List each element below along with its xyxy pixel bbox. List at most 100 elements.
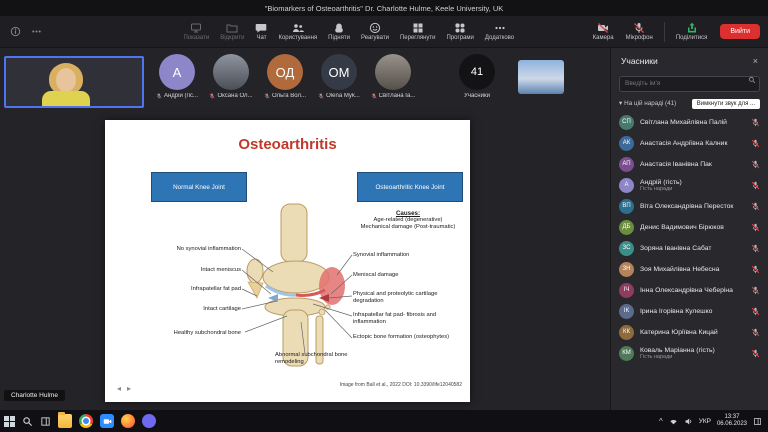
- volume-icon[interactable]: [684, 417, 693, 426]
- participant-row[interactable]: А Андрій (гість) Гість наради: [611, 175, 768, 196]
- wifi-icon[interactable]: [669, 417, 678, 426]
- window-title-bar: "Biomarkers of Osteoarthritis" Dr. Charl…: [0, 0, 768, 16]
- mic-muted-icon[interactable]: [751, 160, 760, 169]
- action-center-icon[interactable]: [753, 417, 762, 426]
- prev-page-icon[interactable]: ◂: [117, 384, 121, 393]
- participant-row[interactable]: КК Катерина Юріївна Кицай: [611, 322, 768, 343]
- participant-search-input[interactable]: [619, 76, 760, 92]
- mic-muted-icon[interactable]: [751, 118, 760, 127]
- zoom-app-icon[interactable]: [100, 414, 114, 428]
- diagram-label: Abnormal subchondral bone remodeling: [275, 352, 359, 365]
- strip-participant[interactable]: ОМ Olena Myk...: [312, 54, 366, 99]
- camera-off-icon: [597, 22, 609, 34]
- toolbar-item-show[interactable]: Показати: [178, 20, 214, 43]
- meeting-info-icon[interactable]: [10, 26, 21, 37]
- close-icon[interactable]: ×: [753, 57, 758, 66]
- toolbar-item-raise-hand[interactable]: Підняти: [323, 20, 355, 43]
- participant-row[interactable]: ЗН Зоя Михайлівна Небесна: [611, 259, 768, 280]
- mic-muted-icon[interactable]: [751, 181, 760, 190]
- camera-icon: [103, 417, 112, 426]
- mic-muted-icon[interactable]: [751, 223, 760, 232]
- avatar: КМ: [619, 346, 634, 361]
- share-screen-button[interactable]: Поділитися: [671, 20, 713, 43]
- diagram-label: Infrapatellar fat pad- fibrosis and infl…: [353, 312, 461, 325]
- mic-muted-icon[interactable]: [751, 139, 760, 148]
- mic-muted-icon[interactable]: [751, 202, 760, 211]
- participant-video-thumbnail[interactable]: [518, 60, 564, 94]
- next-page-icon[interactable]: ▸: [127, 384, 131, 393]
- strip-participant[interactable]: Оксана Ол...: [204, 54, 258, 99]
- camera-toggle[interactable]: Камера: [588, 20, 619, 43]
- avatar: А: [159, 54, 195, 90]
- mic-muted-icon[interactable]: [751, 328, 760, 337]
- toolbar-item-apps[interactable]: Програми: [442, 20, 479, 43]
- app-icon[interactable]: [142, 414, 156, 428]
- mic-muted-icon[interactable]: [751, 307, 760, 316]
- firefox-icon[interactable]: [121, 414, 135, 428]
- avatar: ОД: [267, 54, 303, 90]
- toolbar-item-open[interactable]: Відкрити: [215, 20, 249, 43]
- avatar: АК: [619, 136, 634, 151]
- avatar: ОМ: [321, 54, 357, 90]
- osteoarthritic-knee-button: Osteoarthritic Knee Joint: [357, 172, 463, 202]
- toolbar-left-group: [0, 26, 110, 37]
- participant-row[interactable]: ІЧ Інна Олександрівна Чеберіна: [611, 280, 768, 301]
- participants-panel-header: Учасники ×: [611, 48, 768, 72]
- toolbar-item-react[interactable]: Реагувати: [356, 20, 394, 43]
- mic-muted-icon: [209, 93, 215, 99]
- avatar: АП: [619, 157, 634, 172]
- microphone-toggle[interactable]: Мікрофон: [621, 20, 658, 43]
- toolbar-item-more[interactable]: Додатково: [480, 20, 519, 43]
- taskbar-search-icon[interactable]: [22, 416, 33, 427]
- strip-participant[interactable]: ОД Ольга Вол...: [258, 54, 312, 99]
- causes-line: Mechanical damage (Post-traumatic): [352, 224, 464, 231]
- chrome-icon[interactable]: [79, 414, 93, 428]
- participant-name: Інна Олександрівна Чеберіна: [640, 287, 745, 294]
- toolbar-item-chat[interactable]: Чат: [250, 20, 272, 43]
- participant-row[interactable]: ВП Віта Олександрівна Пересток: [611, 196, 768, 217]
- active-speaker-video[interactable]: [4, 56, 144, 108]
- diagram-label: Infrapatellar fat pad: [135, 286, 241, 293]
- mic-muted-icon[interactable]: [751, 265, 760, 274]
- participant-count-tile[interactable]: 41 Учасники: [450, 54, 504, 99]
- toolbar-separator: [664, 22, 665, 42]
- avatar: ВП: [619, 199, 634, 214]
- slide-citation: Image from Ball et al., 2022 DOI: 10.339…: [340, 382, 462, 388]
- people-icon: [292, 22, 304, 34]
- video-strip: А Андрій (гіс... Оксана Ол...: [0, 48, 610, 114]
- taskbar-clock[interactable]: 13:37 06.06.2023: [717, 414, 747, 429]
- participant-row[interactable]: ЗС Зоряна Іванівна Сабат: [611, 238, 768, 259]
- avatar: А: [619, 178, 634, 193]
- participant-row[interactable]: СП Світлана Михайлівна Палій: [611, 112, 768, 133]
- mic-muted-icon[interactable]: [751, 244, 760, 253]
- strip-participant[interactable]: А Андрій (гіс...: [150, 54, 204, 99]
- participant-row[interactable]: АП Анастасія Іванівна Пак: [611, 154, 768, 175]
- mic-muted-icon[interactable]: [751, 349, 760, 358]
- toolbar-item-participants[interactable]: Користування: [273, 20, 322, 43]
- strip-participant-name: Оксана Ол...: [209, 93, 252, 99]
- avatar: СП: [619, 115, 634, 130]
- more-options-icon[interactable]: [31, 26, 42, 37]
- participant-row[interactable]: ІК Ірина Ігорівна Кулешко: [611, 301, 768, 322]
- file-explorer-icon[interactable]: [58, 414, 72, 428]
- task-view-icon[interactable]: [40, 416, 51, 427]
- toolbar-item-view[interactable]: Переглянути: [395, 20, 441, 43]
- apps-icon: [454, 22, 466, 34]
- leave-meeting-button[interactable]: Вийти: [720, 24, 760, 39]
- strip-participant[interactable]: Світлана Іа...: [366, 54, 420, 99]
- participant-name: Анастасія Іванівна Пак: [640, 161, 745, 168]
- participant-row[interactable]: ДБ Денис Вадимович Бірюков: [611, 217, 768, 238]
- shared-slide: Osteoarthritis Normal Knee Joint Osteoar…: [105, 120, 470, 402]
- mic-muted-icon[interactable]: [751, 286, 760, 295]
- in-meeting-label[interactable]: ▾ На цій нараді (41): [619, 100, 676, 107]
- participant-name: Віта Олександрівна Пересток: [640, 203, 745, 210]
- participant-row[interactable]: АК Анастасія Андріївна Калник: [611, 133, 768, 154]
- tray-chevron-icon[interactable]: ^: [659, 417, 663, 426]
- mute-all-button[interactable]: Вимкнути звук для ...: [692, 99, 760, 109]
- language-indicator[interactable]: УКР: [699, 418, 711, 425]
- diagram-label: Meniscal damage: [353, 272, 461, 279]
- start-button[interactable]: [4, 416, 15, 427]
- slide-title: Osteoarthritis: [105, 136, 470, 153]
- causes-title: Causes:: [352, 210, 464, 217]
- participant-row[interactable]: КМ Коваль Маріанна (гість) Гість наради: [611, 343, 768, 364]
